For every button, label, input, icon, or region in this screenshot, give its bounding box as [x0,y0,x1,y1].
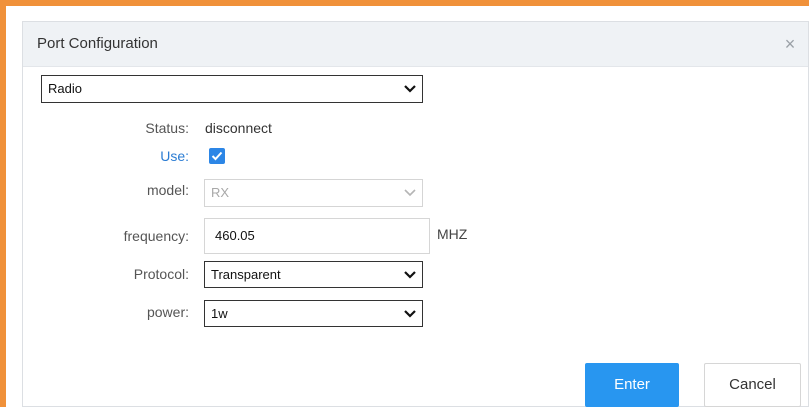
power-value: 1w [211,306,228,321]
port-type-value: Radio [48,81,82,96]
enter-button[interactable]: Enter [585,363,679,407]
dialog-title: Port Configuration [37,35,158,52]
close-icon[interactable]: × [780,34,800,54]
model-label: model: [146,182,189,198]
model-select: RX [204,179,423,207]
dialog-header: Port Configuration × [23,22,808,67]
chevron-down-icon [404,310,416,318]
use-checkbox[interactable] [209,148,225,164]
port-configuration-dialog: Port Configuration × Radio Status: disco… [22,21,809,407]
port-type-select[interactable]: Radio [41,75,423,103]
protocol-value: Transparent [211,267,281,282]
model-value: RX [211,185,230,200]
frequency-unit: MHZ [437,226,468,242]
frequency-label: frequency: [123,228,189,244]
protocol-select[interactable]: Transparent [204,261,423,288]
frequency-input[interactable]: 460.05 [204,218,430,254]
use-label: Use: [160,148,189,164]
chevron-down-icon [404,189,416,197]
cancel-button[interactable]: Cancel [704,363,801,407]
power-label: power: [146,304,189,320]
status-value: disconnect [205,120,272,136]
power-select[interactable]: 1w [204,300,423,327]
checkmark-icon [211,151,223,161]
status-label: Status: [145,120,189,136]
chevron-down-icon [404,85,416,93]
protocol-label: Protocol: [133,266,189,282]
frequency-value: 460.05 [215,228,255,243]
chevron-down-icon [404,271,416,279]
